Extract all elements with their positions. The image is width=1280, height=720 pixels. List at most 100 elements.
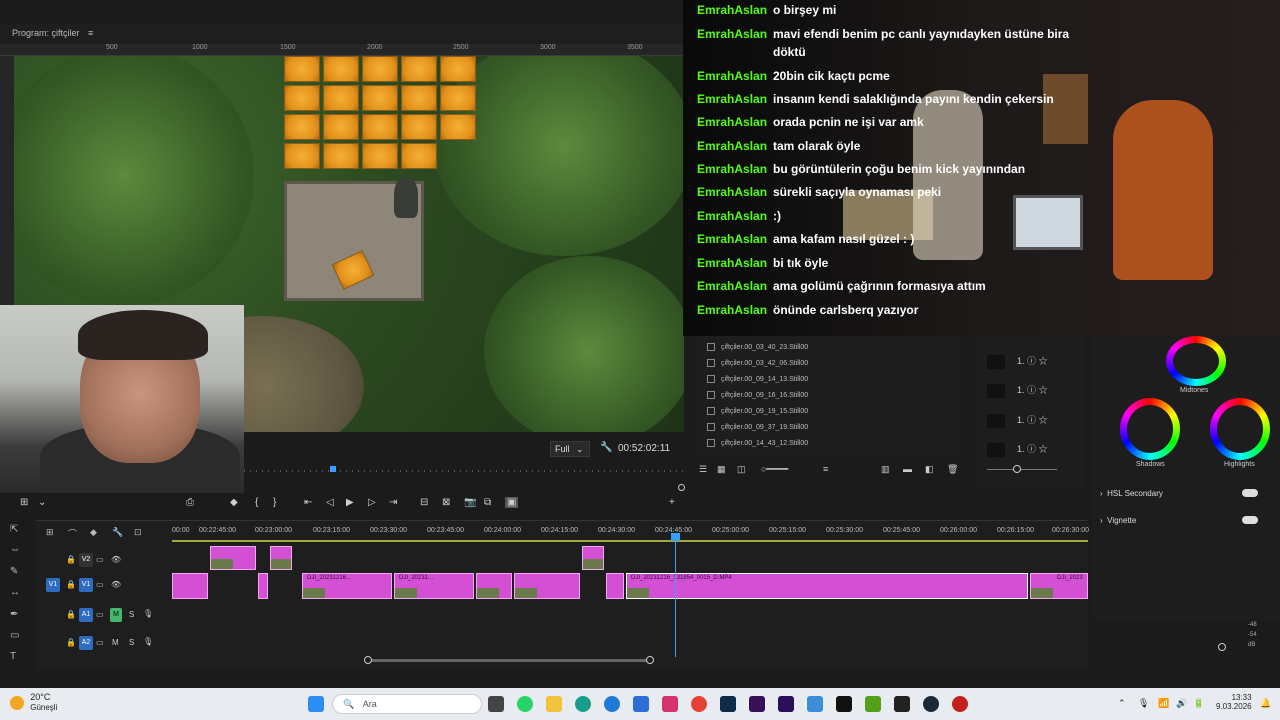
- step-back-icon[interactable]: ◁: [326, 497, 334, 508]
- vignette-section[interactable]: › Vignette: [1100, 516, 1136, 525]
- timeline-clip[interactable]: [258, 573, 268, 599]
- icon-view-icon[interactable]: ▦: [717, 464, 726, 475]
- mic-icon[interactable]: 🎙: [1138, 698, 1149, 709]
- solo-button[interactable]: S: [129, 638, 134, 647]
- chevron-up-icon[interactable]: ⌃: [1118, 698, 1126, 709]
- new-item-icon[interactable]: ◧: [925, 464, 934, 475]
- playhead[interactable]: [675, 535, 676, 657]
- shadows-wheel[interactable]: [1120, 398, 1180, 460]
- app-icon[interactable]: [575, 696, 591, 712]
- extract-icon[interactable]: ⊠: [442, 497, 450, 508]
- go-to-in-icon[interactable]: ⇤: [304, 497, 312, 508]
- timeline-clip[interactable]: [514, 573, 580, 599]
- bin-item[interactable]: çiftçiler.00_09_14_13.Still00: [707, 375, 808, 383]
- app-icon[interactable]: [865, 696, 881, 712]
- epic-games-icon[interactable]: [894, 696, 910, 712]
- automate-icon[interactable]: ▥: [881, 464, 890, 475]
- timeline-clip[interactable]: DJI_2023: [1030, 573, 1088, 599]
- mark-out-icon[interactable]: }: [273, 497, 276, 508]
- lock-icon[interactable]: 🔒: [66, 638, 76, 647]
- track-select-icon[interactable]: ⇔: [10, 544, 20, 555]
- menu-icon[interactable]: ≡: [88, 28, 93, 38]
- scrub-bar[interactable]: [244, 470, 684, 472]
- fit-dropdown[interactable]: Full ⌄: [550, 441, 590, 457]
- whatsapp-icon[interactable]: [517, 696, 533, 712]
- go-to-out-icon[interactable]: ⇥: [389, 497, 397, 508]
- sort-icon[interactable]: ≡: [823, 464, 828, 474]
- star-icon[interactable]: ☆: [1039, 444, 1048, 454]
- trash-icon[interactable]: 🗑: [947, 464, 958, 475]
- notification-icon[interactable]: 🔔: [1260, 698, 1271, 709]
- freeform-view-icon[interactable]: ◫: [737, 464, 746, 475]
- fx-slider[interactable]: [987, 469, 1057, 470]
- marker-icon[interactable]: ◆: [230, 497, 238, 508]
- photoshop-icon[interactable]: [720, 696, 736, 712]
- wrench-icon[interactable]: 🔧: [112, 527, 123, 538]
- info-icon[interactable]: ⓘ: [1027, 356, 1036, 366]
- new-bin-icon[interactable]: ▬: [903, 464, 912, 474]
- info-icon[interactable]: ⓘ: [1027, 385, 1036, 395]
- captions-icon[interactable]: ⊡: [134, 527, 142, 538]
- program-title[interactable]: Program: çiftçiler: [12, 28, 80, 38]
- midtones-wheel[interactable]: [1166, 336, 1226, 386]
- mute-button[interactable]: M: [110, 608, 122, 622]
- hsl-secondary-toggle[interactable]: [1242, 489, 1258, 497]
- razor-tool-icon[interactable]: ✎: [10, 566, 18, 577]
- scrollbar-handle-left[interactable]: [364, 656, 372, 664]
- fx-slider-handle[interactable]: [1013, 465, 1021, 473]
- hsl-secondary-section[interactable]: › HSL Secondary: [1100, 489, 1163, 498]
- fx-row[interactable]: 1. ⓘ ☆: [987, 383, 1048, 398]
- lock-icon[interactable]: 🔒: [66, 610, 76, 619]
- premiere-icon[interactable]: [749, 696, 765, 712]
- task-view-icon[interactable]: [488, 696, 504, 712]
- solo-button[interactable]: S: [129, 610, 134, 619]
- app-icon[interactable]: [952, 696, 968, 712]
- timeline-clip[interactable]: [172, 573, 208, 599]
- timeline-ruler[interactable]: 00:00 00:22:45:00 00:23:00:00 00:23:15:0…: [172, 522, 1089, 542]
- scrub-playhead[interactable]: [330, 466, 336, 472]
- chevron-down-icon[interactable]: ⌄: [38, 497, 46, 508]
- linked-icon[interactable]: ⌒: [68, 527, 77, 540]
- lock-icon[interactable]: 🔒: [66, 580, 76, 589]
- wrench-icon[interactable]: 🔧: [600, 442, 612, 453]
- timeline-clip[interactable]: [582, 546, 604, 570]
- sync-lock-icon[interactable]: ▭: [96, 610, 104, 619]
- track-a1-label[interactable]: A1: [79, 608, 93, 622]
- pen-tool-icon[interactable]: ✒: [10, 609, 18, 620]
- sync-lock-icon[interactable]: ▭: [96, 555, 104, 564]
- timeline-clip[interactable]: [606, 573, 624, 599]
- vertical-scroll-handle[interactable]: [1218, 643, 1226, 651]
- rectangle-tool-icon[interactable]: ▭: [10, 630, 19, 641]
- list-view-icon[interactable]: ☰: [699, 464, 707, 475]
- app-icon[interactable]: [807, 696, 823, 712]
- bin-item[interactable]: çiftçiler.00_14_43_12.Still00: [707, 439, 808, 447]
- add-button-icon[interactable]: +: [669, 497, 675, 508]
- export-frame-icon[interactable]: ⎙: [186, 497, 194, 508]
- steam-icon[interactable]: [923, 696, 939, 712]
- edge-icon[interactable]: [604, 696, 620, 712]
- weather-widget[interactable]: 20°C Güneşli: [10, 692, 57, 713]
- battery-icon[interactable]: 🔋: [1193, 698, 1204, 709]
- selected-timeline-clip[interactable]: DJI_20231216_131854_0015_D.MP4: [626, 573, 1028, 599]
- fx-row[interactable]: 1. ⓘ ☆: [987, 442, 1048, 457]
- zoom-slider[interactable]: ○━━━━: [761, 464, 788, 475]
- track-v1-label[interactable]: V1: [79, 578, 93, 592]
- camera-icon[interactable]: 📷: [464, 497, 476, 508]
- mic-icon[interactable]: 🎙: [143, 637, 153, 646]
- mark-in-icon[interactable]: {: [255, 497, 258, 508]
- star-icon[interactable]: ☆: [1039, 356, 1048, 366]
- instagram-icon[interactable]: [662, 696, 678, 712]
- source-v1-label[interactable]: V1: [46, 578, 60, 592]
- sync-lock-icon[interactable]: ▭: [96, 580, 104, 589]
- step-forward-icon[interactable]: ▷: [368, 497, 376, 508]
- lock-icon[interactable]: 🔒: [66, 555, 76, 564]
- settings-icon[interactable]: ⊞: [20, 497, 28, 508]
- bin-item[interactable]: çiftçiler.00_09_19_15.Still00: [707, 407, 808, 415]
- timeline-clip[interactable]: [210, 546, 256, 570]
- star-icon[interactable]: ☆: [1039, 415, 1048, 425]
- timeline-scrollbar[interactable]: [368, 659, 650, 662]
- media-encoder-icon[interactable]: [778, 696, 794, 712]
- program-timecode[interactable]: 00:52:02:11: [618, 443, 670, 454]
- taskbar-search[interactable]: 🔍 Ara: [332, 694, 482, 714]
- multicam-icon[interactable]: ▣: [505, 497, 519, 508]
